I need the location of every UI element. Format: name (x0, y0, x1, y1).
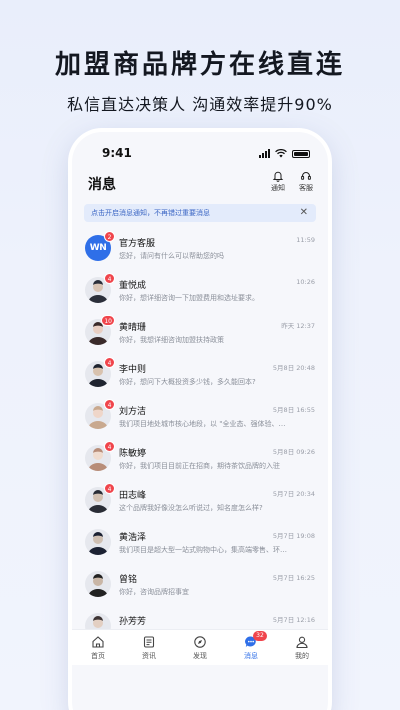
message-preview: 你好，咨询品牌招事宜 (119, 588, 189, 596)
notification-button[interactable]: 通知 (266, 170, 290, 193)
avatar[interactable]: 4 (85, 273, 115, 303)
headset-icon (301, 172, 311, 180)
message-preview: 你好，想问下大概投资多少钱，多久能回本? (119, 378, 256, 386)
phone-screen: 9:41 消息 通知 客服 点击开启消息通知，不再错过重要消息 ✕ WN 2 官方客… (72, 132, 328, 710)
contact-name: 曾铭 (119, 575, 138, 585)
avatar[interactable] (85, 571, 111, 597)
compass-icon (194, 636, 206, 648)
message-time: 5月7日 12:16 (272, 616, 315, 624)
promo-headline: 加盟商品牌方在线直连 (54, 50, 345, 80)
avatar[interactable] (85, 529, 111, 555)
message-preview: 您好，请问有什么可以帮助您的吗 (119, 252, 224, 260)
battery-icon (292, 149, 310, 158)
avatar[interactable]: WN 2 (85, 231, 115, 261)
customer-service-label: 客服 (299, 184, 313, 192)
nav-bar: 消息 通知 客服 (72, 170, 328, 200)
contact-name: 董悦成 (119, 281, 147, 291)
message-time: 5月7日 19:08 (272, 532, 315, 540)
tab-home[interactable]: 首页 (78, 635, 118, 661)
contact-name: 田志峰 (119, 491, 147, 501)
conversation-row[interactable]: 黄浩泽我们项目是超大型一站式购物中心，集高端零售、环… 5月7日 19:08 (72, 526, 328, 568)
conversation-row[interactable]: 曾铭你好，咨询品牌招事宜 5月7日 16:25 (72, 568, 328, 610)
message-preview: 我们项目是超大型一站式购物中心，集高端零售、环… (119, 546, 287, 554)
tab-news-label: 资讯 (142, 652, 156, 660)
message-time: 5月8日 09:26 (272, 448, 315, 456)
message-preview: 你好，我们项目目前正在招商，期待茶饮品牌的入驻 (119, 462, 280, 470)
conversation-row[interactable]: 4 刘方洁我们项目地处城市核心地段，以 "全业态、强体验、… 5月8日 16:55 (72, 399, 328, 442)
home-icon (92, 636, 104, 648)
message-preview: 这个品牌我好像没怎么听说过，知名度怎么样? (119, 504, 263, 512)
conversation-row[interactable]: 4 田志峰这个品牌我好像没怎么听说过，知名度怎么样? 5月7日 20:34 (72, 483, 328, 526)
page-title: 消息 (88, 177, 116, 193)
unread-badge: 4 (104, 483, 115, 494)
avatar-photo (85, 529, 111, 555)
message-time: 昨天 12:37 (281, 322, 315, 330)
message-preview: 我们项目地处城市核心地段，以 "全业态、强体验、… (119, 420, 286, 428)
news-icon (143, 636, 155, 648)
close-icon[interactable]: ✕ (300, 206, 308, 220)
wifi-icon (275, 149, 287, 158)
message-time: 11:59 (296, 236, 315, 244)
tab-profile-label: 我的 (295, 652, 309, 660)
tab-messages-label: 消息 (244, 652, 258, 660)
status-icons (259, 149, 310, 158)
tab-messages[interactable]: 32 消息 (231, 631, 271, 661)
message-time: 5月7日 20:34 (272, 490, 315, 498)
message-preview: 你好，想详细咨询一下加盟费用和选址要求。 (119, 294, 259, 302)
avatar[interactable]: 4 (85, 483, 115, 513)
customer-service-button[interactable]: 客服 (294, 170, 318, 193)
contact-name: 孙芳芳 (119, 617, 147, 627)
notification-banner[interactable]: 点击开启消息通知，不再错过重要消息 ✕ (84, 204, 316, 222)
status-bar: 9:41 (72, 146, 328, 162)
contact-name: 陈敏婷 (119, 449, 147, 459)
unread-badge: 4 (104, 441, 115, 452)
contact-name: 黄浩泽 (119, 533, 147, 543)
avatar-photo (85, 571, 111, 597)
message-preview: 你好，我想详细咨询加盟扶持政策 (119, 336, 224, 344)
conversation-row[interactable]: 10 黄晴珊你好，我想详细咨询加盟扶持政策 昨天 12:37 (72, 315, 328, 358)
avatar[interactable]: 4 (85, 357, 115, 387)
contact-name: 官方客服 (119, 239, 156, 249)
contact-name: 刘方洁 (119, 407, 147, 417)
profile-icon (296, 636, 308, 649)
brand-logo-text: WN (89, 243, 107, 253)
message-time: 10:26 (296, 278, 315, 286)
notification-banner-text: 点击开启消息通知，不再错过重要消息 (91, 209, 210, 217)
tab-bar: 首页 资讯 发现 32 消息 我的 (72, 629, 328, 665)
unread-badge: 4 (104, 273, 115, 284)
unread-badge: 4 (104, 399, 115, 410)
avatar[interactable]: 4 (85, 399, 115, 429)
message-time: 5月8日 20:48 (272, 364, 315, 372)
avatar[interactable]: 4 (85, 441, 115, 471)
conversation-row[interactable]: 4 董悦成你好，想详细咨询一下加盟费用和选址要求。 10:26 (72, 273, 328, 316)
contact-name: 李中则 (119, 365, 147, 375)
conversation-row[interactable]: 4 李中则你好，想问下大概投资多少钱，多久能回本? 5月8日 20:48 (72, 357, 328, 400)
bell-icon (272, 171, 284, 182)
signal-icon (259, 149, 270, 158)
unread-badge: 4 (104, 357, 115, 368)
tab-messages-badge: 32 (253, 631, 267, 641)
conversation-row[interactable]: 4 陈敏婷你好，我们项目目前正在招商，期待茶饮品牌的入驻 5月8日 09:26 (72, 441, 328, 484)
tab-discover-label: 发现 (193, 652, 207, 660)
tab-home-label: 首页 (91, 652, 105, 660)
unread-badge: 2 (104, 231, 115, 242)
status-time: 9:41 (102, 146, 132, 160)
tab-news[interactable]: 资讯 (129, 635, 169, 661)
promo-subline: 私信直达决策人 沟通效率提升90% (67, 95, 333, 114)
notification-label: 通知 (271, 184, 285, 192)
avatar[interactable]: 10 (85, 315, 115, 345)
tab-discover[interactable]: 发现 (180, 635, 220, 661)
message-time: 5月8日 16:55 (272, 406, 315, 414)
conversation-row[interactable]: WN 2 官方客服您好，请问有什么可以帮助您的吗 11:59 (72, 231, 328, 274)
contact-name: 黄晴珊 (119, 323, 147, 333)
tab-profile[interactable]: 我的 (282, 635, 322, 661)
conversation-list: WN 2 官方客服您好，请问有什么可以帮助您的吗 11:59 4 董悦成你好，想详细咨询一… (72, 231, 328, 652)
message-time: 5月7日 16:25 (272, 574, 315, 582)
unread-badge: 10 (101, 315, 115, 326)
